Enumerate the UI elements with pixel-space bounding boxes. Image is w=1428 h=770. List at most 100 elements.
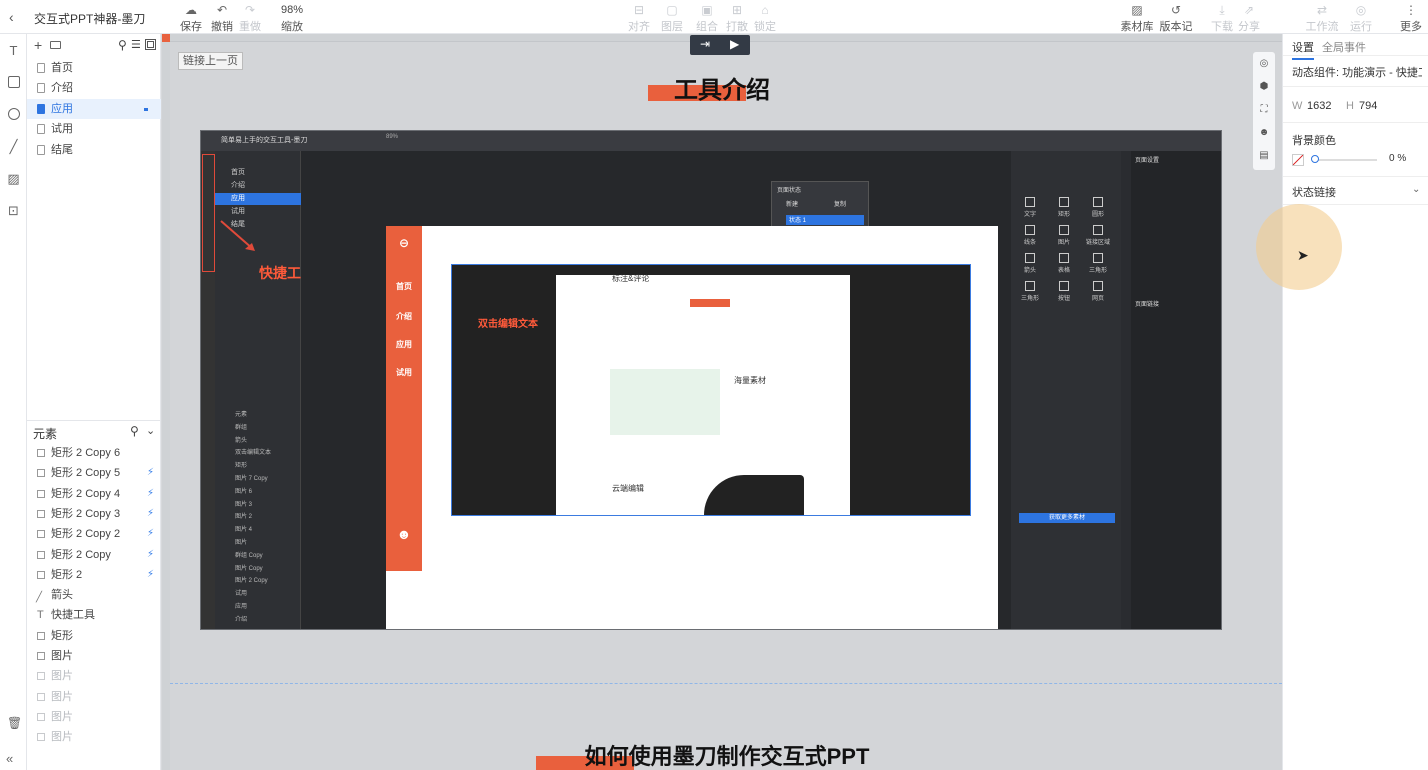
link-prev-page-button[interactable]: 链接上一页 xyxy=(178,52,243,70)
tab-settings[interactable]: 设置 xyxy=(1292,39,1314,60)
search-icon[interactable]: ⚲ xyxy=(130,424,139,438)
ruler-corner-marker xyxy=(162,34,170,42)
layer-button[interactable]: ▢ 图层 xyxy=(653,3,691,34)
element-list-item[interactable]: 图片 xyxy=(27,687,161,707)
element-list-item[interactable]: 矩形 2 ⚡ xyxy=(27,565,161,585)
app-screenshot-image[interactable]: 简单易上手的交互工具-墨刀 89% 首页 介绍 应用 试用 结尾 元素 群组 箭头 双击编辑文… xyxy=(200,130,1222,630)
width-value[interactable]: 1632 xyxy=(1307,100,1331,112)
opacity-slider[interactable] xyxy=(1313,159,1377,161)
element-list-item[interactable]: 矩形 2 Copy 2 ⚡ xyxy=(27,524,161,544)
image-tool-icon[interactable]: ▨ xyxy=(6,171,21,186)
tab-global-events[interactable]: 全局事件 xyxy=(1322,39,1366,55)
height-value[interactable]: 794 xyxy=(1359,100,1377,112)
nested-white-page: 标注&评论 海量素材 云端编辑 xyxy=(556,274,850,515)
chevron-down-icon[interactable]: ⌄ xyxy=(1412,184,1420,195)
text-tool-icon[interactable]: T xyxy=(6,43,21,58)
add-page-icon[interactable]: + xyxy=(34,37,42,53)
folder-icon[interactable] xyxy=(50,41,61,49)
element-list-item[interactable]: 矩形 2 Copy 5 ⚡ xyxy=(27,463,161,483)
element-list-item[interactable]: 矩形 xyxy=(27,626,161,646)
workflow-icon: ⇄ xyxy=(1316,3,1328,17)
state-link-section[interactable]: 状态链接 xyxy=(1292,184,1336,200)
exit-icon[interactable]: ⇥ xyxy=(700,37,710,51)
screenshot-components-panel: 文字 矩形 圆形 线条 图片 链接区域 箭头 表格 三角形 三角形 按钮 网页 获取更多素材 xyxy=(1011,151,1121,629)
annotation-arrow xyxy=(220,220,255,251)
screenshot-component-tile: 表格 xyxy=(1051,249,1077,275)
page-icon xyxy=(37,124,45,134)
line-tool-icon[interactable]: ╱ xyxy=(6,139,21,154)
share-button[interactable]: ⇗ 分享 xyxy=(1230,3,1268,34)
design-canvas[interactable]: ⇥ ▶ 链接上一页 工具介绍 简单易上手的交互工具-墨刀 89% 首页 介绍 应用试… xyxy=(162,34,1282,770)
element-list-item[interactable]: 矩形 2 Copy 6 xyxy=(27,443,161,463)
opacity-slider-handle[interactable] xyxy=(1311,155,1319,163)
trash-icon[interactable]: 🗑 xyxy=(7,716,22,730)
element-list-item[interactable]: 矩形 2 Copy 3 ⚡ xyxy=(27,504,161,524)
lock-button[interactable]: ⌂ 锁定 xyxy=(746,3,784,34)
screenshot-element-item: 试用 xyxy=(235,591,248,598)
width-label: W xyxy=(1292,100,1303,112)
element-list-item[interactable]: 图片 xyxy=(27,646,161,666)
circle-tool-icon[interactable] xyxy=(8,108,20,120)
redo-button[interactable]: ↷ 重做 xyxy=(231,3,269,34)
more-button[interactable]: ⋮ 更多 xyxy=(1396,3,1426,34)
height-label: H xyxy=(1346,100,1354,112)
screenshot-component-tile: 链接区域 xyxy=(1085,221,1111,247)
element-list-item[interactable]: ╱ 箭头 xyxy=(27,585,161,605)
screenshot-red-nav: ⊖ 首页 介绍 应用 试用 ☻ xyxy=(386,226,422,571)
zoom-control[interactable]: 98% 缩放 xyxy=(272,3,312,34)
color-swatch[interactable] xyxy=(1292,154,1304,166)
screenshot-element-item: 图片 7 Copy xyxy=(235,476,268,482)
screenshot-element-item: 图片 2 Copy xyxy=(235,578,268,585)
page-item-trial[interactable]: 试用 xyxy=(27,119,161,139)
elements-panel: 元素 ⚲ ⌄ 矩形 2 Copy 6 矩形 2 Copy 5 ⚡ 矩形 2 Copy … xyxy=(27,420,161,770)
next-slide-title[interactable]: 如何使用墨刀制作交互式PPT xyxy=(522,739,932,770)
background-color-title: 背景颜色 xyxy=(1292,135,1336,147)
emoji-icon[interactable]: ☻ xyxy=(1258,127,1270,139)
play-icon[interactable]: ▶ xyxy=(730,37,739,51)
screenshot-settings-panel: 页面设置 页面链接 xyxy=(1131,151,1221,629)
grid-view-icon[interactable] xyxy=(145,39,156,50)
search-icon[interactable]: ⚲ xyxy=(118,38,127,52)
interaction-bolt-icon: ⚡ xyxy=(146,507,154,519)
component-icon xyxy=(1093,253,1103,263)
rectangle-tool-icon[interactable] xyxy=(8,76,20,88)
run-icon: ◎ xyxy=(1355,3,1367,17)
screenshot-component-tile: 图片 xyxy=(1051,221,1077,247)
collapse-panel-icon[interactable]: « xyxy=(6,751,13,766)
screenshot-zoom: 89% xyxy=(386,134,399,140)
element-list-item[interactable]: 图片 xyxy=(27,666,161,686)
list-view-icon[interactable]: ☰ xyxy=(131,38,141,51)
assets-button[interactable]: ▨ 素材库 xyxy=(1118,3,1156,34)
back-chevron-icon[interactable]: ‹ xyxy=(9,9,14,25)
layers-icon[interactable]: ▤ xyxy=(1258,150,1270,162)
element-list-item[interactable]: 图片 xyxy=(27,727,161,747)
element-list-item[interactable]: 矩形 2 Copy 4 ⚡ xyxy=(27,484,161,504)
app-title: 交互式PPT神器-墨刀 xyxy=(34,12,146,26)
page-icon xyxy=(37,63,45,73)
slide-title[interactable]: 工具介绍 xyxy=(622,70,822,105)
page-icon xyxy=(37,145,45,155)
component-icon xyxy=(1093,225,1103,235)
target-icon[interactable]: ◎ xyxy=(1258,58,1270,70)
page-item-apply[interactable]: 应用 xyxy=(27,99,161,119)
cube-icon[interactable]: ⬢ xyxy=(1258,81,1270,93)
element-list-item[interactable]: 图片 xyxy=(27,707,161,727)
page-item-home[interactable]: 首页 xyxy=(27,58,161,78)
page-item-end[interactable]: 结尾 xyxy=(27,140,161,160)
page-item-intro[interactable]: 介绍 xyxy=(27,78,161,98)
get-more-assets-button: 获取更多素材 xyxy=(1019,513,1115,523)
chevron-down-icon[interactable]: ⌄ xyxy=(146,424,155,437)
fit-screen-icon[interactable]: ⛶ xyxy=(1258,104,1270,116)
screenshot-element-item: 图片 Copy xyxy=(235,565,263,572)
image-icon: ▨ xyxy=(1131,3,1143,17)
link-area-tool-icon[interactable]: ⊡ xyxy=(6,203,21,218)
run-button[interactable]: ◎ 运行 xyxy=(1342,3,1380,34)
tool-rail: T ╱ ▨ ⊡ xyxy=(0,34,27,770)
element-list-item[interactable]: 矩形 2 Copy ⚡ xyxy=(27,545,161,565)
screenshot-component-tile: 三角形 xyxy=(1017,277,1043,303)
screenshot-component-tile: 文字 xyxy=(1017,193,1043,219)
workflow-button[interactable]: ⇄ 工作流 xyxy=(1303,3,1341,34)
element-list-item[interactable]: T 快捷工具 xyxy=(27,605,161,625)
lock-icon: ⌂ xyxy=(761,3,769,17)
rect-layer-icon xyxy=(37,570,45,579)
